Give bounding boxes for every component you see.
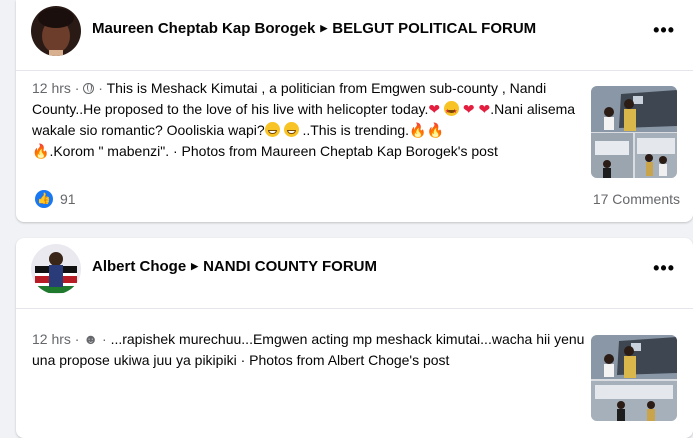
grin-sweat-emoji-icon — [264, 122, 280, 137]
heart-icon: ❤ — [478, 101, 491, 117]
group-name[interactable]: BELGUT POLITICAL FORUM — [332, 20, 536, 37]
post-header: Albert Choge ▶ NANDI COUNTY FORUM ••• — [16, 238, 693, 300]
author-avatar[interactable] — [31, 6, 81, 56]
post-time[interactable]: 12 hrs — [32, 331, 71, 347]
comments-count[interactable]: 17 Comments — [593, 191, 680, 207]
star-struck-emoji-icon — [444, 101, 459, 123]
post-engagement-bar: 👍 91 17 Comments — [32, 190, 680, 210]
post-card: Albert Choge ▶ NANDI COUNTY FORUM ••• 12 h… — [16, 238, 693, 438]
post-time[interactable]: 12 hrs — [32, 80, 71, 96]
post-author-line: Albert Choge ▶ NANDI COUNTY FORUM — [92, 258, 377, 275]
author-avatar[interactable] — [31, 244, 81, 294]
author-name[interactable]: Maureen Cheptab Kap Borogek — [92, 20, 315, 37]
friends-icon: ☻ — [83, 331, 99, 347]
post-card: Maureen Cheptab Kap Borogek ▶ BELGUT POLIT… — [16, 0, 693, 222]
post-photos-thumbnail[interactable] — [591, 335, 677, 421]
grin-sweat-emoji-icon — [283, 122, 299, 137]
reactions-count[interactable]: 91 — [60, 191, 76, 207]
fire-icon: 🔥 — [409, 122, 427, 138]
header-divider — [16, 70, 693, 71]
fire-icon: 🔥 — [32, 143, 50, 159]
post-header: Maureen Cheptab Kap Borogek ▶ BELGUT POLIT… — [16, 0, 693, 62]
post-text-part3: ..This is trending. — [298, 122, 410, 138]
heart-icon: ❤ — [428, 101, 441, 117]
fire-icon: 🔥 — [426, 122, 444, 138]
arrow-right-icon: ▶ — [320, 23, 328, 33]
post-photos-thumbnail[interactable] — [591, 86, 677, 178]
author-name[interactable]: Albert Choge — [92, 258, 186, 275]
post-text: 12 hrs · ☻ · ...rapishek murechuu...Emgw… — [32, 331, 585, 368]
globe-icon — [83, 83, 95, 94]
more-options-icon[interactable]: ••• — [653, 258, 675, 279]
heart-icon: ❤ — [462, 101, 475, 117]
post-author-line: Maureen Cheptab Kap Borogek ▶ BELGUT POLIT… — [92, 20, 536, 37]
post-text-body: ...rapishek murechuu...Emgwen acting mp … — [32, 331, 585, 368]
arrow-right-icon: ▶ — [191, 261, 199, 271]
header-divider — [16, 308, 693, 309]
group-name[interactable]: NANDI COUNTY FORUM — [203, 258, 377, 275]
like-icon[interactable]: 👍 — [35, 190, 53, 208]
more-options-icon[interactable]: ••• — [653, 20, 675, 41]
post-text: 12 hrs · · This is Meshack Kimutai , a p… — [32, 78, 592, 162]
post-text-part4: .Korom " mabenzi". · Photos from Maureen… — [49, 143, 498, 159]
